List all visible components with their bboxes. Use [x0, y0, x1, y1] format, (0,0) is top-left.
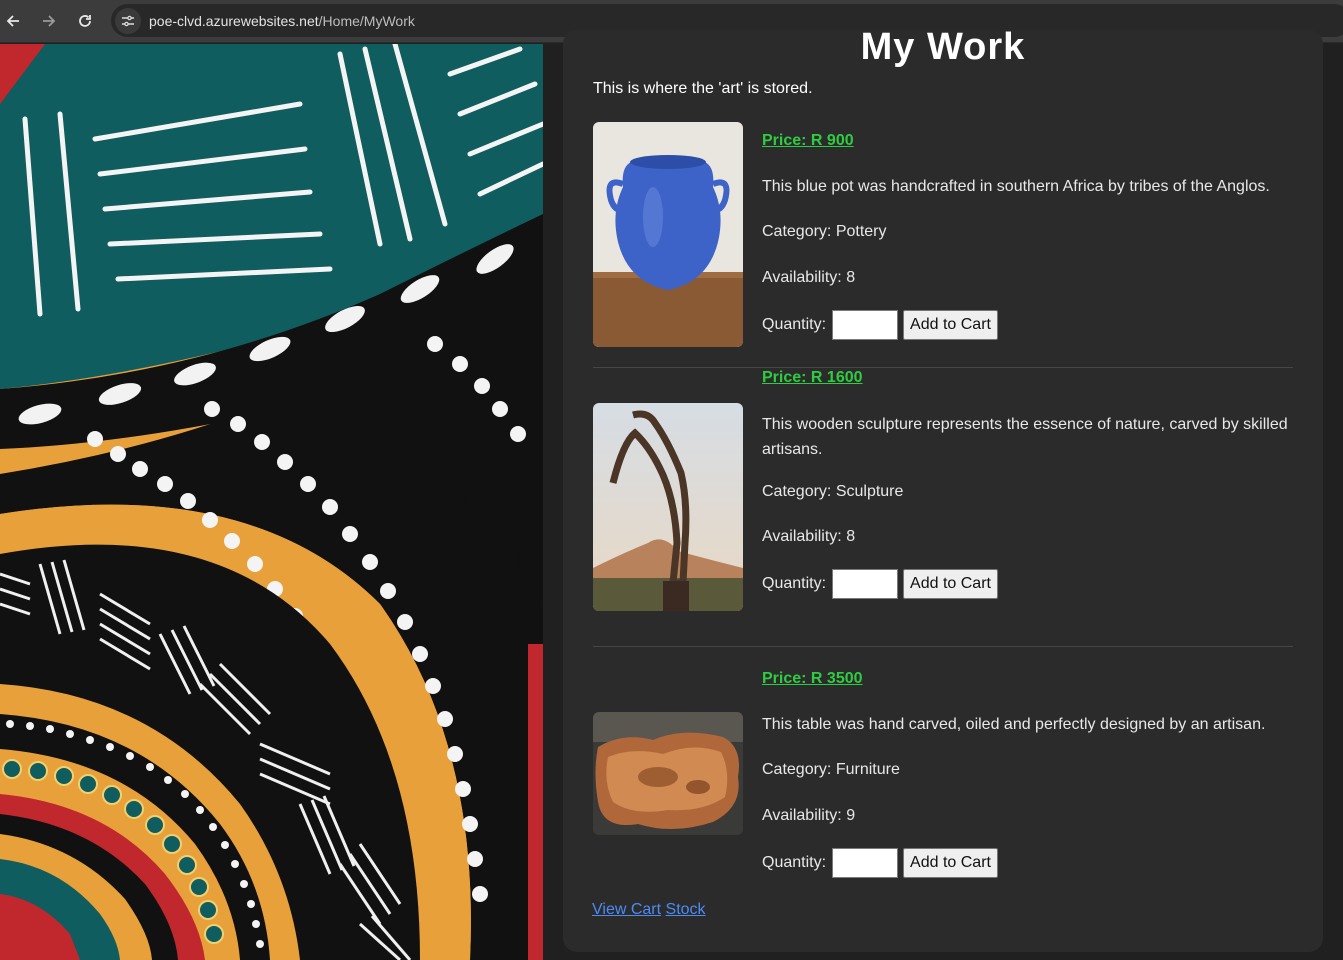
add-to-cart-button[interactable]: Add to Cart	[903, 848, 998, 878]
quantity-row: Quantity: Add to Cart	[762, 569, 998, 599]
product-card-pottery: Price: R 900 This blue pot was handcraft…	[593, 122, 1293, 352]
add-to-cart-button[interactable]: Add to Cart	[903, 310, 998, 340]
sculpture-image	[593, 403, 743, 611]
price-link[interactable]: Price: R 3500	[762, 670, 863, 688]
pottery-image	[593, 122, 743, 347]
reload-icon[interactable]	[72, 8, 98, 34]
view-cart-link[interactable]: View Cart	[592, 901, 661, 918]
product-category: Category: Furniture	[762, 761, 900, 778]
quantity-label: Quantity:	[762, 316, 827, 333]
content-panel: My Work This is where the 'art' is store…	[563, 30, 1323, 952]
decorative-background-pattern	[0, 44, 543, 960]
product-availability: Availability: 9	[762, 807, 856, 824]
footer-links: View Cart Stock	[592, 901, 706, 919]
quantity-input[interactable]	[832, 848, 899, 878]
product-category: Category: Pottery	[762, 223, 887, 240]
quantity-input[interactable]	[832, 569, 899, 599]
product-description: This table was hand carved, oiled and pe…	[762, 716, 1266, 733]
product-card-furniture: Price: R 3500 This table was hand carved…	[593, 660, 1293, 890]
url-path: /Home/MyWork	[318, 12, 415, 29]
divider	[593, 646, 1293, 647]
divider	[593, 367, 1293, 368]
furniture-image	[593, 712, 743, 835]
url-text: poe-clvd.azurewebsites.net/Home/MyWork	[149, 13, 415, 29]
tune-icon[interactable]	[115, 7, 141, 34]
quantity-label: Quantity:	[762, 854, 827, 871]
arrow-right-icon[interactable]	[36, 8, 62, 34]
stock-link[interactable]: Stock	[666, 901, 706, 918]
product-description: This wooden sculpture represents the ess…	[762, 416, 1288, 458]
add-to-cart-button[interactable]: Add to Cart	[903, 569, 998, 599]
product-availability: Availability: 8	[762, 269, 856, 286]
product-description: This blue pot was handcrafted in souther…	[762, 178, 1270, 195]
quantity-row: Quantity: Add to Cart	[762, 848, 998, 878]
quantity-row: Quantity: Add to Cart	[762, 310, 998, 340]
product-card-sculpture: Price: R 1600 This wooden sculpture repr…	[593, 369, 1293, 627]
arrow-left-icon[interactable]	[0, 8, 26, 34]
url-host: poe-clvd.azurewebsites.net	[149, 12, 319, 29]
product-category: Category: Sculpture	[762, 483, 904, 500]
page-title: My Work	[860, 30, 1026, 68]
price-link[interactable]: Price: R 900	[762, 132, 854, 150]
intro-text: This is where the 'art' is stored.	[593, 80, 813, 97]
quantity-label: Quantity:	[762, 575, 827, 592]
quantity-input[interactable]	[832, 310, 899, 340]
price-link[interactable]: Price: R 1600	[762, 369, 863, 387]
product-availability: Availability: 8	[762, 528, 856, 545]
